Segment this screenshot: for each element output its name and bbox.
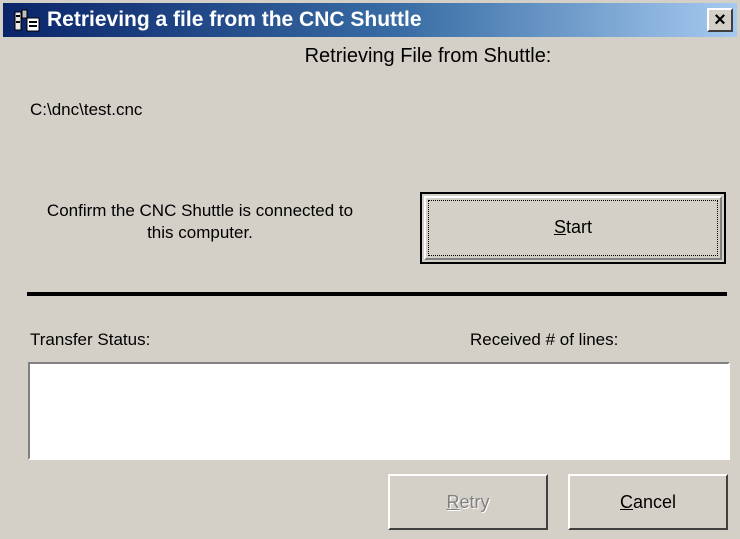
transfer-status-box[interactable] xyxy=(28,362,730,460)
separator-line xyxy=(27,292,727,296)
close-button[interactable]: × xyxy=(707,8,733,32)
received-lines-label: Received # of lines: xyxy=(470,330,619,349)
start-button[interactable]: Start xyxy=(420,192,726,264)
retry-button[interactable]: Retry xyxy=(388,474,548,530)
close-icon: × xyxy=(714,9,726,31)
start-button-label: Start xyxy=(553,217,593,237)
window-title: Retrieving a file from the CNC Shuttle xyxy=(47,8,422,31)
cancel-button[interactable]: Cancel xyxy=(568,474,728,530)
transfer-status-label: Transfer Status: xyxy=(30,330,151,349)
dialog-window: Retrieving a file from the CNC Shuttle ×… xyxy=(0,0,740,539)
dialog-heading: Retrieving File from Shuttle: xyxy=(304,45,552,67)
file-path: C:\dnc\test.cnc xyxy=(30,100,143,119)
title-bar[interactable]: Retrieving a file from the CNC Shuttle × xyxy=(3,3,737,37)
confirm-text-line1: Confirm the CNC Shuttle is connected to xyxy=(46,201,354,220)
confirm-text-line2: this computer. xyxy=(147,223,253,242)
cnc-shuttle-app-icon xyxy=(13,9,41,33)
confirm-connection-text: Confirm the CNC Shuttle is connected to … xyxy=(20,200,380,244)
